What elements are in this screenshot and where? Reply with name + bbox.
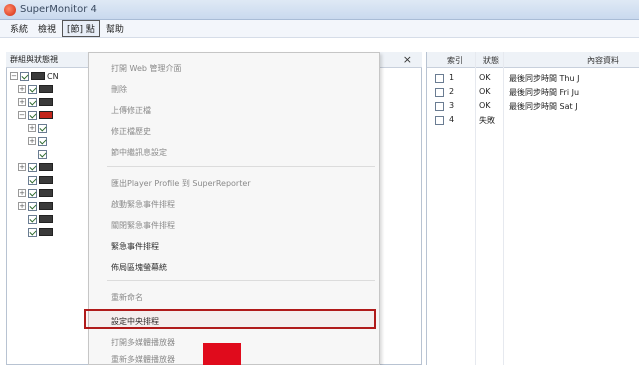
tree-checkbox[interactable]	[28, 97, 37, 107]
tree-checkbox[interactable]	[28, 201, 37, 211]
table-row[interactable]: 4 失敗	[427, 114, 639, 127]
row-status: OK	[479, 101, 491, 110]
menu-upload-patch[interactable]: 上傳修正檔	[111, 101, 151, 119]
computer-alert-icon	[39, 111, 53, 119]
computer-icon	[39, 176, 53, 184]
redaction-block	[203, 343, 241, 365]
tree-node[interactable]	[28, 174, 53, 186]
computer-icon	[39, 98, 53, 106]
row-status: OK	[479, 73, 491, 82]
tree-node[interactable]: +	[18, 83, 53, 95]
computer-icon	[39, 189, 53, 197]
menu-view[interactable]: 檢視	[34, 21, 60, 36]
tree-checkbox[interactable]	[38, 123, 47, 133]
table-row[interactable]: 3 OK 最後同步時間 Sat J	[427, 100, 639, 113]
row-index: 4	[449, 115, 455, 124]
expander-icon[interactable]: +	[18, 189, 26, 197]
expander-icon[interactable]: −	[10, 72, 18, 80]
menu-open-media-player[interactable]: 打開多媒體播放器	[111, 333, 175, 351]
group-icon	[39, 215, 53, 223]
tree-checkbox[interactable]	[38, 136, 47, 146]
row-checkbox[interactable]	[435, 116, 444, 125]
tree-node[interactable]: − CN	[10, 70, 59, 82]
expander-icon[interactable]: −	[18, 111, 26, 119]
menu-help[interactable]: 幫助	[102, 21, 128, 36]
menu-start-emergency[interactable]: 啟動緊急事件排程	[111, 195, 175, 213]
title-bar: SuperMonitor 4	[0, 0, 639, 20]
computer-icon	[39, 163, 53, 171]
table-row[interactable]: 1 OK 最後同步時間 Thu J	[427, 72, 639, 85]
menu-layout-screen[interactable]: 佈局區塊螢幕統	[111, 258, 167, 276]
expander-icon[interactable]: +	[18, 85, 26, 93]
expander-icon[interactable]: +	[28, 137, 36, 145]
tree-node[interactable]	[38, 148, 49, 160]
tree-checkbox[interactable]	[38, 149, 47, 159]
menu-separator	[107, 280, 375, 281]
menu-separator	[107, 166, 375, 167]
tree-node[interactable]: +	[18, 161, 53, 173]
tree-node[interactable]	[28, 226, 53, 238]
row-content: 最後同步時間 Fri Ju	[509, 88, 580, 97]
menu-patch-history[interactable]: 修正檔歷史	[111, 122, 151, 140]
row-status: 失敗	[479, 116, 495, 125]
list-header: 索引 狀態 內容資料	[427, 52, 639, 68]
tree-checkbox[interactable]	[28, 162, 37, 172]
computer-icon	[31, 72, 45, 80]
row-index: 2	[449, 87, 455, 96]
menu-open-web-admin[interactable]: 打開 Web 管理介面	[111, 59, 182, 77]
tree-checkbox[interactable]	[28, 110, 37, 120]
tree-checkbox[interactable]	[28, 188, 37, 198]
row-status: OK	[479, 87, 491, 96]
menu-emergency-schedule[interactable]: 緊急事件排程	[111, 237, 159, 255]
tree-node[interactable]: +	[28, 122, 49, 134]
tree-checkbox[interactable]	[28, 214, 37, 224]
tree-node[interactable]	[28, 213, 53, 225]
app-logo-icon	[4, 3, 16, 16]
menu-delete[interactable]: 刪除	[111, 80, 127, 98]
close-icon[interactable]: ×	[403, 53, 412, 66]
col-status[interactable]: 狀態	[483, 55, 499, 66]
highlight-frame	[84, 309, 376, 329]
menu-node[interactable]: [節] 點	[62, 20, 100, 37]
row-checkbox[interactable]	[435, 88, 444, 97]
menu-system[interactable]: 系統	[6, 21, 32, 36]
computer-icon	[39, 85, 53, 93]
col-content[interactable]: 內容資料	[587, 55, 619, 66]
computer-icon	[39, 202, 53, 210]
tree-checkbox[interactable]	[28, 227, 37, 237]
row-index: 3	[449, 101, 455, 110]
col-index[interactable]: 索引	[447, 55, 463, 66]
menu-rename[interactable]: 重新命名	[111, 288, 143, 306]
expander-icon[interactable]: +	[18, 163, 26, 171]
menu-bar: 系統 檢視 [節] 點 幫助	[0, 20, 639, 38]
tree-node[interactable]: +	[18, 187, 53, 199]
expander-icon[interactable]: +	[28, 124, 36, 132]
group-icon	[39, 228, 53, 236]
menu-stop-emergency[interactable]: 關閉緊急事件排程	[111, 216, 175, 234]
right-panel: 索引 狀態 內容資料 1 OK 最後同步時間 Thu J 2 OK 最後同步時間…	[426, 52, 639, 365]
row-checkbox[interactable]	[435, 102, 444, 111]
table-row[interactable]: 2 OK 最後同步時間 Fri Ju	[427, 86, 639, 99]
tree-node[interactable]: +	[18, 200, 53, 212]
menu-relay-settings[interactable]: 節中繼訊息設定	[111, 143, 167, 161]
expander-icon[interactable]: +	[18, 202, 26, 210]
row-index: 1	[449, 73, 455, 82]
left-panel-title: 群組與狀態視	[10, 55, 58, 64]
tree-label: CN	[47, 71, 59, 81]
tree-checkbox[interactable]	[20, 71, 29, 81]
row-content: 最後同步時間 Sat J	[509, 102, 578, 111]
row-content: 最後同步時間 Thu J	[509, 74, 580, 83]
tree-node[interactable]: −	[18, 109, 53, 121]
expander-icon[interactable]: +	[18, 98, 26, 106]
device-tree: − CN + + − + + + + +	[10, 70, 90, 320]
menu-export-profile[interactable]: 匯出Player Profile 到 SuperReporter	[111, 174, 251, 192]
tree-node[interactable]: +	[18, 96, 53, 108]
row-checkbox[interactable]	[435, 74, 444, 83]
menu-restart-media-player[interactable]: 重新多媒體播放器	[111, 350, 175, 365]
window-title: SuperMonitor 4	[20, 4, 97, 15]
tree-node[interactable]: +	[28, 135, 49, 147]
tree-checkbox[interactable]	[28, 84, 37, 94]
tree-checkbox[interactable]	[28, 175, 37, 185]
